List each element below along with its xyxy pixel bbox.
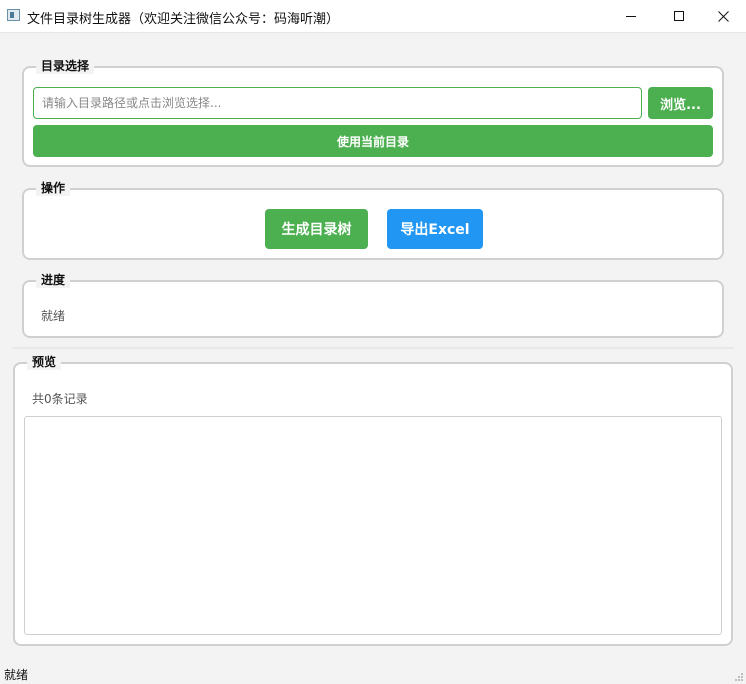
directory-select-group: 目录选择 浏览... 使用当前目录	[22, 58, 724, 167]
window-title: 文件目录树生成器（欢迎关注微信公众号：码海听潮）	[27, 12, 340, 27]
directory-path-input[interactable]	[33, 87, 642, 119]
preview-group-title: 预览	[27, 354, 62, 370]
preview-group: 预览 共0条记录	[13, 354, 733, 646]
generate-tree-button[interactable]: 生成目录树	[265, 209, 368, 249]
minimize-icon	[626, 16, 636, 17]
maximize-button[interactable]	[656, 0, 702, 32]
use-current-directory-button[interactable]: 使用当前目录	[33, 125, 713, 157]
minimize-button[interactable]	[608, 0, 654, 32]
directory-group-title: 目录选择	[36, 58, 95, 74]
app-icon	[7, 9, 20, 21]
status-bar: 就绪	[0, 662, 746, 684]
preview-text-area[interactable]	[24, 416, 722, 635]
maximize-icon	[674, 11, 684, 21]
close-icon	[717, 10, 729, 22]
splitter-handle[interactable]	[12, 347, 734, 349]
record-count-text: 共0条记录	[32, 392, 88, 406]
export-excel-button[interactable]: 导出Excel	[387, 209, 483, 249]
browse-button[interactable]: 浏览...	[648, 87, 713, 119]
title-bar: 文件目录树生成器（欢迎关注微信公众号：码海听潮）	[0, 0, 746, 33]
resize-grip-icon[interactable]	[734, 672, 744, 682]
progress-group: 进度 就绪	[22, 272, 724, 338]
operation-group: 操作 生成目录树 导出Excel	[22, 180, 724, 260]
operation-group-title: 操作	[36, 180, 71, 196]
progress-group-title: 进度	[36, 272, 71, 288]
progress-status-text: 就绪	[41, 309, 66, 323]
close-button[interactable]	[700, 0, 746, 32]
status-bar-text: 就绪	[4, 668, 29, 682]
